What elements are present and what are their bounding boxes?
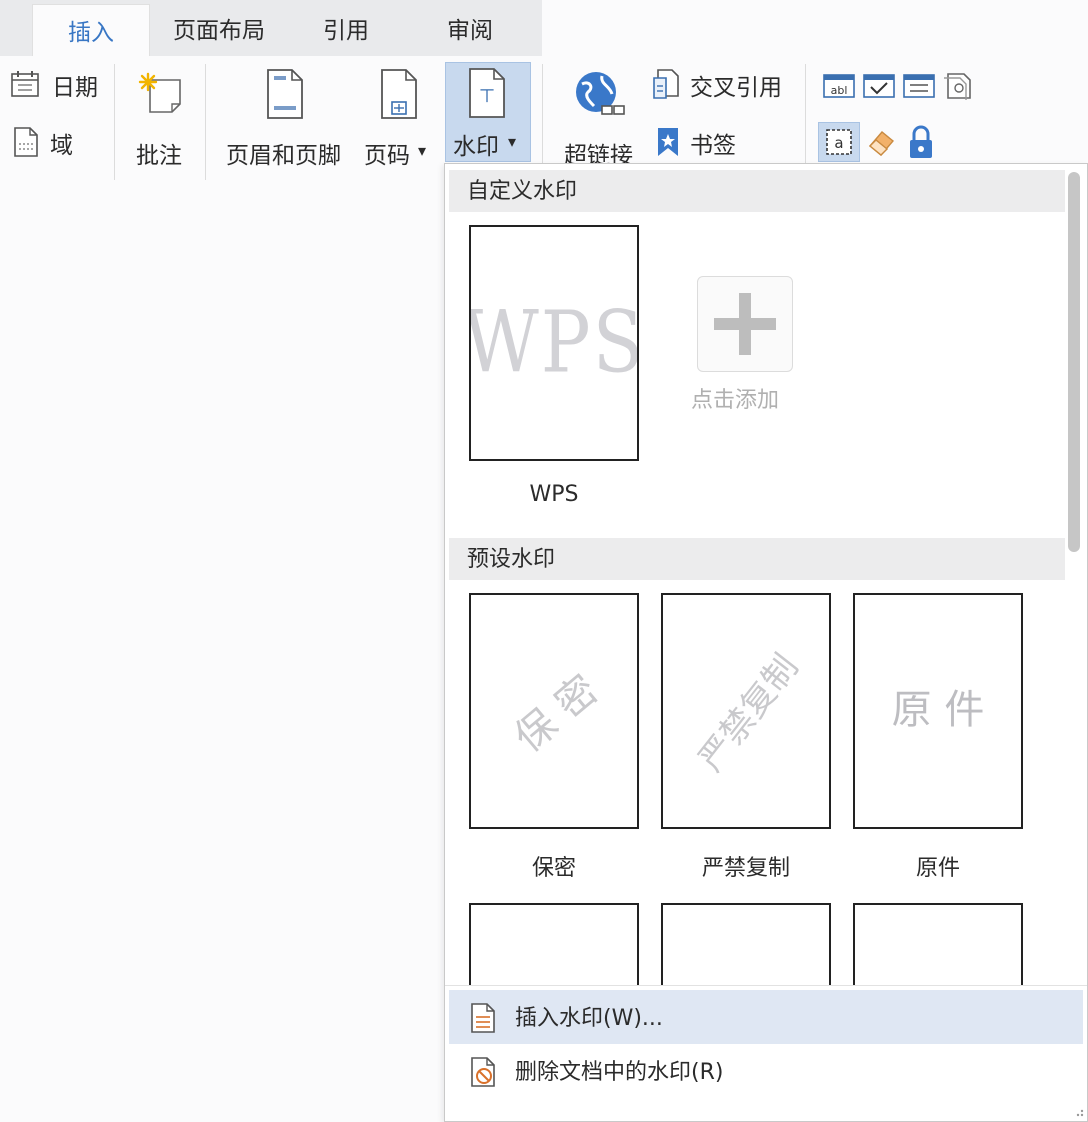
watermark-preview-text: 保 密 — [506, 666, 607, 762]
add-label: 点击添加 — [691, 388, 780, 413]
field-label: 域 — [50, 133, 73, 159]
preset-watermark-thumbnail[interactable] — [469, 903, 639, 985]
document-properties-icon[interactable] — [942, 70, 974, 100]
add-custom-watermark-button[interactable]: 点击添加 — [691, 270, 801, 415]
chevron-down-icon: ▾ — [418, 141, 427, 160]
watermark-button[interactable]: ㄒ 水印 ▾ — [445, 62, 531, 162]
preset-watermark-header: 预设水印 — [449, 538, 1065, 580]
calendar-icon — [11, 71, 39, 97]
resize-grip-icon[interactable] — [1071, 1104, 1085, 1118]
preset-watermark-caption: 原件 — [915, 856, 960, 881]
watermark-label: 水印 — [453, 134, 499, 160]
hyperlink-button[interactable]: 超链接 — [556, 64, 642, 174]
watermark-preview-text: WPS — [469, 293, 639, 393]
field-doc-icon — [14, 127, 38, 157]
tab-insert[interactable]: 插入 — [32, 4, 150, 56]
date-button[interactable]: 日期 — [8, 66, 108, 102]
comment-icon — [138, 72, 181, 113]
custom-watermark-wps[interactable]: WPS — [469, 225, 639, 461]
header-footer-label: 页眉和页脚 — [226, 143, 341, 169]
svg-text:a: a — [834, 134, 843, 152]
insert-watermark-icon — [471, 1003, 495, 1033]
tab-references[interactable]: 引用 — [290, 0, 402, 56]
preset-watermark-thumbnail[interactable] — [661, 903, 831, 985]
cross-reference-label: 交叉引用 — [690, 75, 782, 101]
delete-watermark-menu-item[interactable]: 删除文档中的水印(R) — [449, 1044, 1083, 1098]
ribbon-tab-bar: 插入 页面布局 引用 审阅 — [0, 0, 542, 56]
bookmark-label: 书签 — [690, 133, 736, 159]
date-label: 日期 — [52, 75, 98, 101]
preset-watermark-original[interactable]: 原 件 — [853, 593, 1023, 829]
preset-watermark-thumbnail[interactable] — [853, 903, 1023, 985]
dropdown-scrollbar[interactable] — [1068, 172, 1080, 552]
page-number-label: 页码 — [364, 143, 410, 169]
eraser-icon[interactable] — [866, 126, 896, 158]
preset-watermark-caption: 严禁复制 — [701, 856, 790, 881]
insert-watermark-menu-item[interactable]: 插入水印(W)... — [449, 990, 1083, 1044]
ribbon-separator — [114, 64, 115, 180]
plus-icon — [714, 293, 776, 355]
add-tile — [697, 276, 793, 372]
tab-page-layout[interactable]: 页面布局 — [160, 0, 278, 56]
delete-watermark-icon — [471, 1057, 495, 1087]
page-number-button[interactable]: 页码 ▾ — [360, 64, 438, 174]
svg-text:abl: abl — [831, 84, 848, 97]
preset-watermark-confidential[interactable]: 保 密 — [469, 593, 639, 829]
bookmark-button[interactable]: 书签 — [650, 124, 800, 160]
list-control-icon[interactable] — [902, 72, 936, 100]
field-button[interactable]: 域 — [8, 124, 108, 160]
bookmark-icon — [658, 128, 678, 156]
form-design-icon: a — [826, 129, 852, 155]
form-design-button[interactable]: a — [818, 122, 860, 162]
watermark-icon: ㄒ — [469, 68, 505, 118]
svg-text:ㄒ: ㄒ — [479, 86, 495, 105]
header-footer-button[interactable]: 页眉和页脚 — [220, 64, 350, 174]
custom-watermark-header: 自定义水印 — [449, 170, 1065, 212]
watermark-preview-text: 严禁复制 — [691, 647, 807, 780]
chevron-down-icon: ▾ — [508, 132, 517, 151]
checkbox-control-icon[interactable] — [862, 72, 896, 100]
globe-link-icon — [576, 72, 625, 115]
preset-watermark-caption: 保密 — [531, 856, 576, 881]
custom-watermark-caption: WPS — [529, 482, 579, 507]
cross-reference-icon — [653, 69, 679, 99]
delete-watermark-label: 删除文档中的水印(R) — [515, 1060, 724, 1085]
ribbon-separator — [205, 64, 206, 180]
cross-reference-button[interactable]: 交叉引用 — [650, 66, 800, 102]
tab-review[interactable]: 审阅 — [414, 0, 526, 56]
watermark-dropdown-panel: 自定义水印 WPS WPS 点击添加 预设水印 保 密 保密 严禁复制 严禁复制… — [444, 163, 1088, 1122]
lock-icon[interactable] — [906, 124, 936, 160]
preset-watermark-no-copy[interactable]: 严禁复制 — [661, 593, 831, 829]
header-footer-icon — [267, 69, 303, 119]
text-field-control-icon[interactable]: abl — [822, 72, 856, 100]
comment-button[interactable]: 批注 — [124, 64, 198, 174]
watermark-preview-text: 原 件 — [891, 687, 985, 734]
comment-label: 批注 — [136, 143, 182, 169]
insert-watermark-label: 插入水印(W)... — [515, 1006, 663, 1031]
page-number-icon — [381, 69, 417, 119]
menu-divider — [445, 985, 1087, 986]
